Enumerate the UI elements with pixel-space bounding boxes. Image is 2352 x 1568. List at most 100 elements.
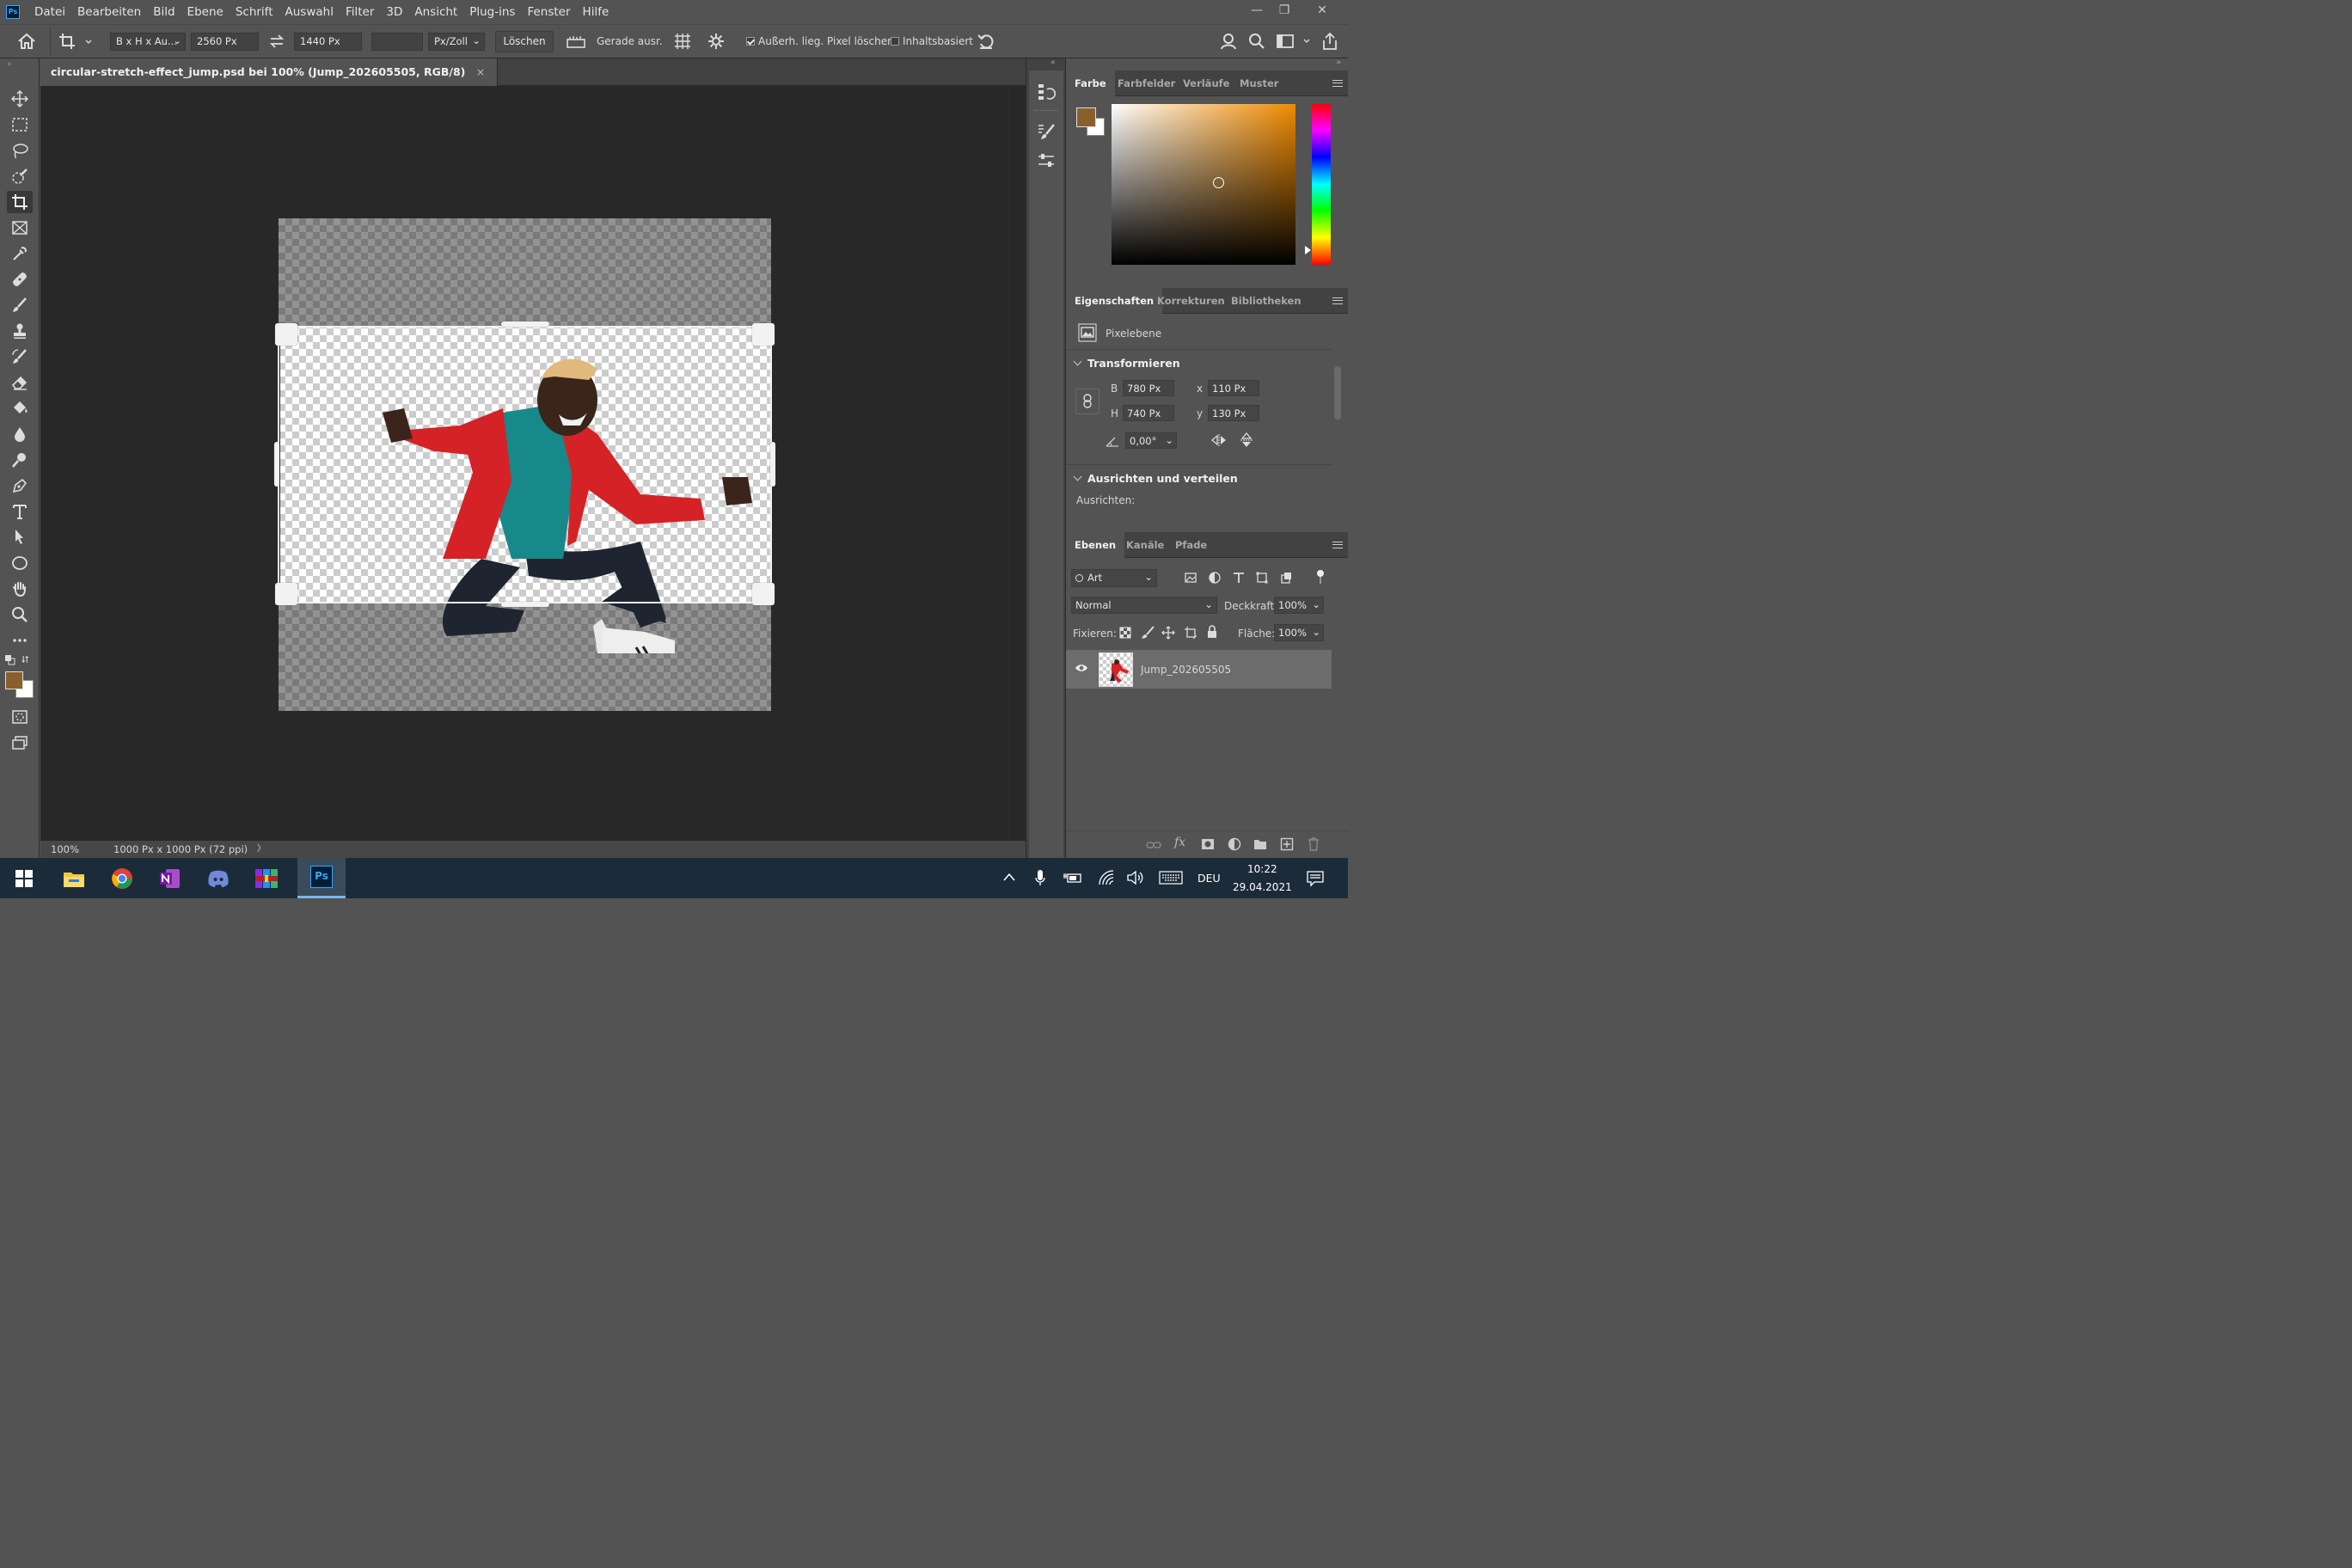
width-input[interactable]: 2560 Px [191, 33, 259, 51]
gear-icon[interactable] [707, 33, 725, 50]
tab-korrekturen[interactable]: Korrekturen [1157, 288, 1225, 314]
crop-handle-bottom-right[interactable] [752, 583, 775, 605]
collapse-panels-icon[interactable]: « [1050, 58, 1056, 67]
menu-datei[interactable]: Datei [28, 0, 71, 24]
canvas-area[interactable] [40, 86, 1008, 841]
clear-button[interactable]: Löschen [495, 31, 554, 52]
home-icon[interactable] [17, 33, 36, 50]
straighten-label[interactable]: Gerade ausr. [597, 35, 663, 47]
add-mask-icon[interactable] [1201, 838, 1215, 850]
crop-tool-icon[interactable] [7, 191, 33, 213]
transform-section-header[interactable]: Transformieren [1073, 357, 1180, 370]
opacity-input[interactable]: 100% ⌄ [1274, 597, 1324, 614]
microphone-icon[interactable] [1035, 869, 1045, 886]
layer-row[interactable]: Jump_202605505 [1066, 650, 1332, 689]
lock-transparent-pixels-icon[interactable] [1119, 627, 1131, 639]
layer-height-input[interactable]: 740 Px [1123, 405, 1174, 421]
healing-brush-tool-icon[interactable] [7, 268, 33, 291]
vertical-scrollbar[interactable] [1008, 86, 1026, 841]
default-colors-icon[interactable] [5, 655, 15, 665]
swap-icon[interactable] [268, 34, 285, 48]
marquee-tool-icon[interactable] [7, 113, 33, 136]
tab-bibliotheken[interactable]: Bibliotheken [1231, 288, 1302, 314]
layer-y-input[interactable]: 130 Px [1208, 405, 1259, 421]
layers-panel-menu-icon[interactable] [1332, 542, 1343, 548]
onenote-icon[interactable] [146, 858, 194, 898]
wifi-icon[interactable] [1098, 870, 1115, 885]
brush-tool-icon[interactable] [7, 294, 33, 316]
tab-verlaeufe[interactable]: Verläufe [1183, 70, 1229, 96]
close-tab-icon[interactable]: × [476, 65, 485, 78]
layer-thumbnail[interactable] [1099, 652, 1133, 687]
windows-start-icon[interactable] [0, 858, 48, 898]
restore-button[interactable]: ❐ [1265, 0, 1303, 21]
lock-image-pixels-icon[interactable] [1141, 626, 1155, 640]
reset-icon[interactable] [977, 33, 995, 50]
menu-filter[interactable]: Filter [340, 0, 380, 24]
search-icon[interactable] [1248, 33, 1265, 50]
foreground-color-swatch[interactable] [5, 671, 23, 689]
filter-type-layers-icon[interactable] [1233, 572, 1245, 584]
eraser-tool-icon[interactable] [7, 371, 33, 394]
frame-tool-icon[interactable] [7, 217, 33, 239]
flip-horizontal-icon[interactable] [1210, 433, 1228, 447]
color-picker-field[interactable] [1112, 104, 1295, 265]
filter-smart-objects-icon[interactable] [1280, 572, 1292, 584]
layer-filter-select[interactable]: Art ⌄ [1071, 569, 1157, 587]
winrar-icon[interactable] [242, 858, 291, 898]
pen-tool-icon[interactable] [7, 475, 33, 497]
hue-slider-marker[interactable] [1305, 246, 1311, 254]
crop-handle-left[interactable] [274, 442, 279, 487]
new-layer-icon[interactable] [1280, 837, 1294, 851]
zoom-tool-icon[interactable] [7, 603, 33, 626]
tab-eigenschaften[interactable]: Eigenschaften [1066, 288, 1163, 314]
menu-bearbeiten[interactable]: Bearbeiten [71, 0, 147, 24]
layer-x-input[interactable]: 110 Px [1208, 380, 1259, 396]
lock-artboard-icon[interactable] [1184, 626, 1197, 640]
height-input[interactable]: 1440 Px [294, 33, 362, 51]
collapse-right-panels-icon[interactable]: » [1336, 58, 1341, 67]
crop-handle-right[interactable] [770, 442, 775, 487]
menu-schrift[interactable]: Schrift [230, 0, 279, 24]
link-layers-icon[interactable] [1146, 840, 1161, 850]
crop-handle-bottom[interactable] [501, 602, 549, 607]
tab-farbe[interactable]: Farbe [1066, 70, 1115, 96]
content-aware-checkbox[interactable]: Inhaltsbasiert [891, 35, 973, 47]
delete-layer-icon[interactable] [1308, 837, 1320, 851]
menu-plugins[interactable]: Plug-ins [463, 0, 521, 24]
clone-stamp-tool-icon[interactable] [7, 320, 33, 342]
resolution-input[interactable] [371, 33, 423, 51]
eyedropper-tool-icon[interactable] [7, 242, 33, 265]
menu-auswahl[interactable]: Auswahl [279, 0, 340, 24]
link-dimensions-icon[interactable] [1075, 389, 1099, 414]
quick-selection-tool-icon[interactable] [7, 165, 33, 187]
crop-tool-preset-icon[interactable] [58, 33, 93, 50]
clock-date[interactable]: 29.04.2021 [1233, 881, 1292, 893]
expand-toolbar-icon[interactable]: » [7, 60, 12, 69]
new-adjustment-layer-icon[interactable] [1228, 837, 1241, 851]
rotation-angle-input[interactable]: 0,00° ⌄ [1125, 432, 1177, 449]
tab-farbfelder[interactable]: Farbfelder [1118, 70, 1175, 96]
properties-panel-menu-icon[interactable] [1332, 297, 1343, 304]
layer-styles-icon[interactable]: fx [1174, 836, 1185, 849]
fill-input[interactable]: 100% ⌄ [1274, 624, 1324, 641]
delete-cropped-pixels-checkbox[interactable]: Außerh. lieg. Pixel löschen [746, 35, 894, 47]
tray-chevron-up-icon[interactable] [1002, 872, 1016, 882]
color-panel-menu-icon[interactable] [1332, 80, 1343, 87]
hue-slider[interactable] [1312, 104, 1331, 265]
battery-icon[interactable] [1063, 871, 1082, 885]
zoom-level[interactable]: 100% [51, 841, 79, 858]
lock-position-icon[interactable] [1161, 626, 1175, 640]
menu-hilfe[interactable]: Hilfe [577, 0, 616, 24]
language-indicator[interactable]: DEU [1197, 872, 1221, 885]
volume-icon[interactable] [1126, 870, 1145, 885]
layer-name[interactable]: Jump_202605505 [1141, 664, 1231, 676]
path-selection-tool-icon[interactable] [7, 526, 33, 548]
filter-pixel-layers-icon[interactable] [1185, 572, 1197, 584]
straighten-icon[interactable] [566, 33, 586, 50]
status-menu-arrow[interactable]: 〉 [257, 841, 266, 858]
crop-handle-bottom-left[interactable] [275, 583, 297, 605]
filter-toggle-icon[interactable] [1317, 570, 1324, 585]
keyboard-icon[interactable] [1159, 871, 1183, 885]
blur-tool-icon[interactable] [7, 423, 33, 445]
